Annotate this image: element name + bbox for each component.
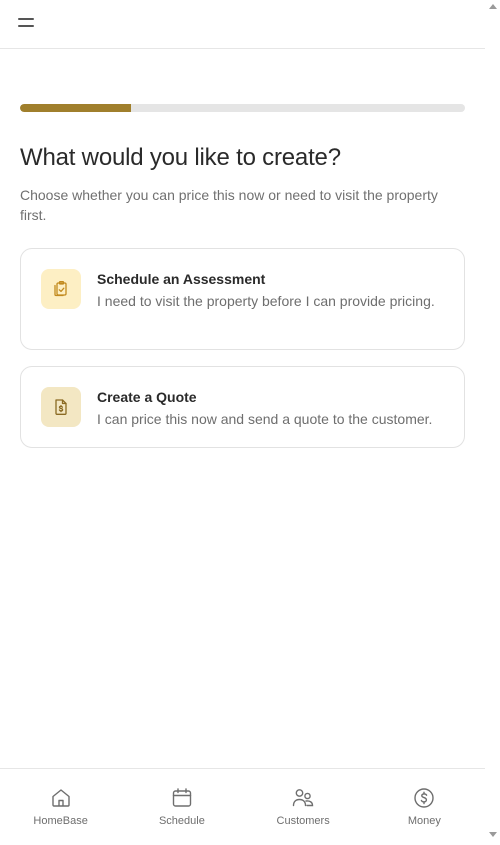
app: What would you like to create? Choose wh… <box>0 0 485 845</box>
clipboard-check-icon <box>41 269 81 309</box>
page-subtitle: Choose whether you can price this now or… <box>20 187 438 223</box>
nav-label: Schedule <box>158 815 205 827</box>
dollar-circle-icon <box>414 788 435 808</box>
schedule-assessment-option[interactable]: Schedule an Assessment I need to visit t… <box>20 248 465 350</box>
nav-item-customers[interactable]: Customers <box>243 769 364 845</box>
users-icon <box>292 789 314 807</box>
page-scrollbar[interactable] <box>485 0 500 845</box>
option-title: Schedule an Assessment <box>97 271 266 287</box>
nav-label: Customers <box>276 815 330 827</box>
progress-bar <box>20 104 465 112</box>
option-description: I can price this now and send a quote to… <box>97 411 433 427</box>
scroll-up-arrow-icon[interactable] <box>489 4 497 9</box>
nav-item-money[interactable]: Money <box>364 769 485 845</box>
nav-label: HomeBase <box>33 815 88 827</box>
progress-bar-fill <box>20 104 132 112</box>
scroll-down-arrow-icon[interactable] <box>489 832 497 837</box>
top-bar <box>0 0 485 49</box>
create-quote-option[interactable]: Create a Quote I can price this now and … <box>20 366 465 448</box>
nav-item-schedule[interactable]: Schedule <box>121 769 242 845</box>
option-description: I need to visit the property before I ca… <box>97 293 435 309</box>
nav-label: Money <box>407 815 441 827</box>
page-title: What would you like to create? <box>20 144 341 171</box>
home-icon <box>51 789 70 807</box>
calendar-icon <box>172 788 192 807</box>
dollar-document-icon <box>41 387 81 427</box>
option-title: Create a Quote <box>97 389 197 405</box>
hamburger-menu-icon[interactable] <box>18 15 36 31</box>
bottom-navigation: HomeBase Schedule Customers Money <box>0 768 485 845</box>
nav-item-homebase[interactable]: HomeBase <box>0 769 121 845</box>
